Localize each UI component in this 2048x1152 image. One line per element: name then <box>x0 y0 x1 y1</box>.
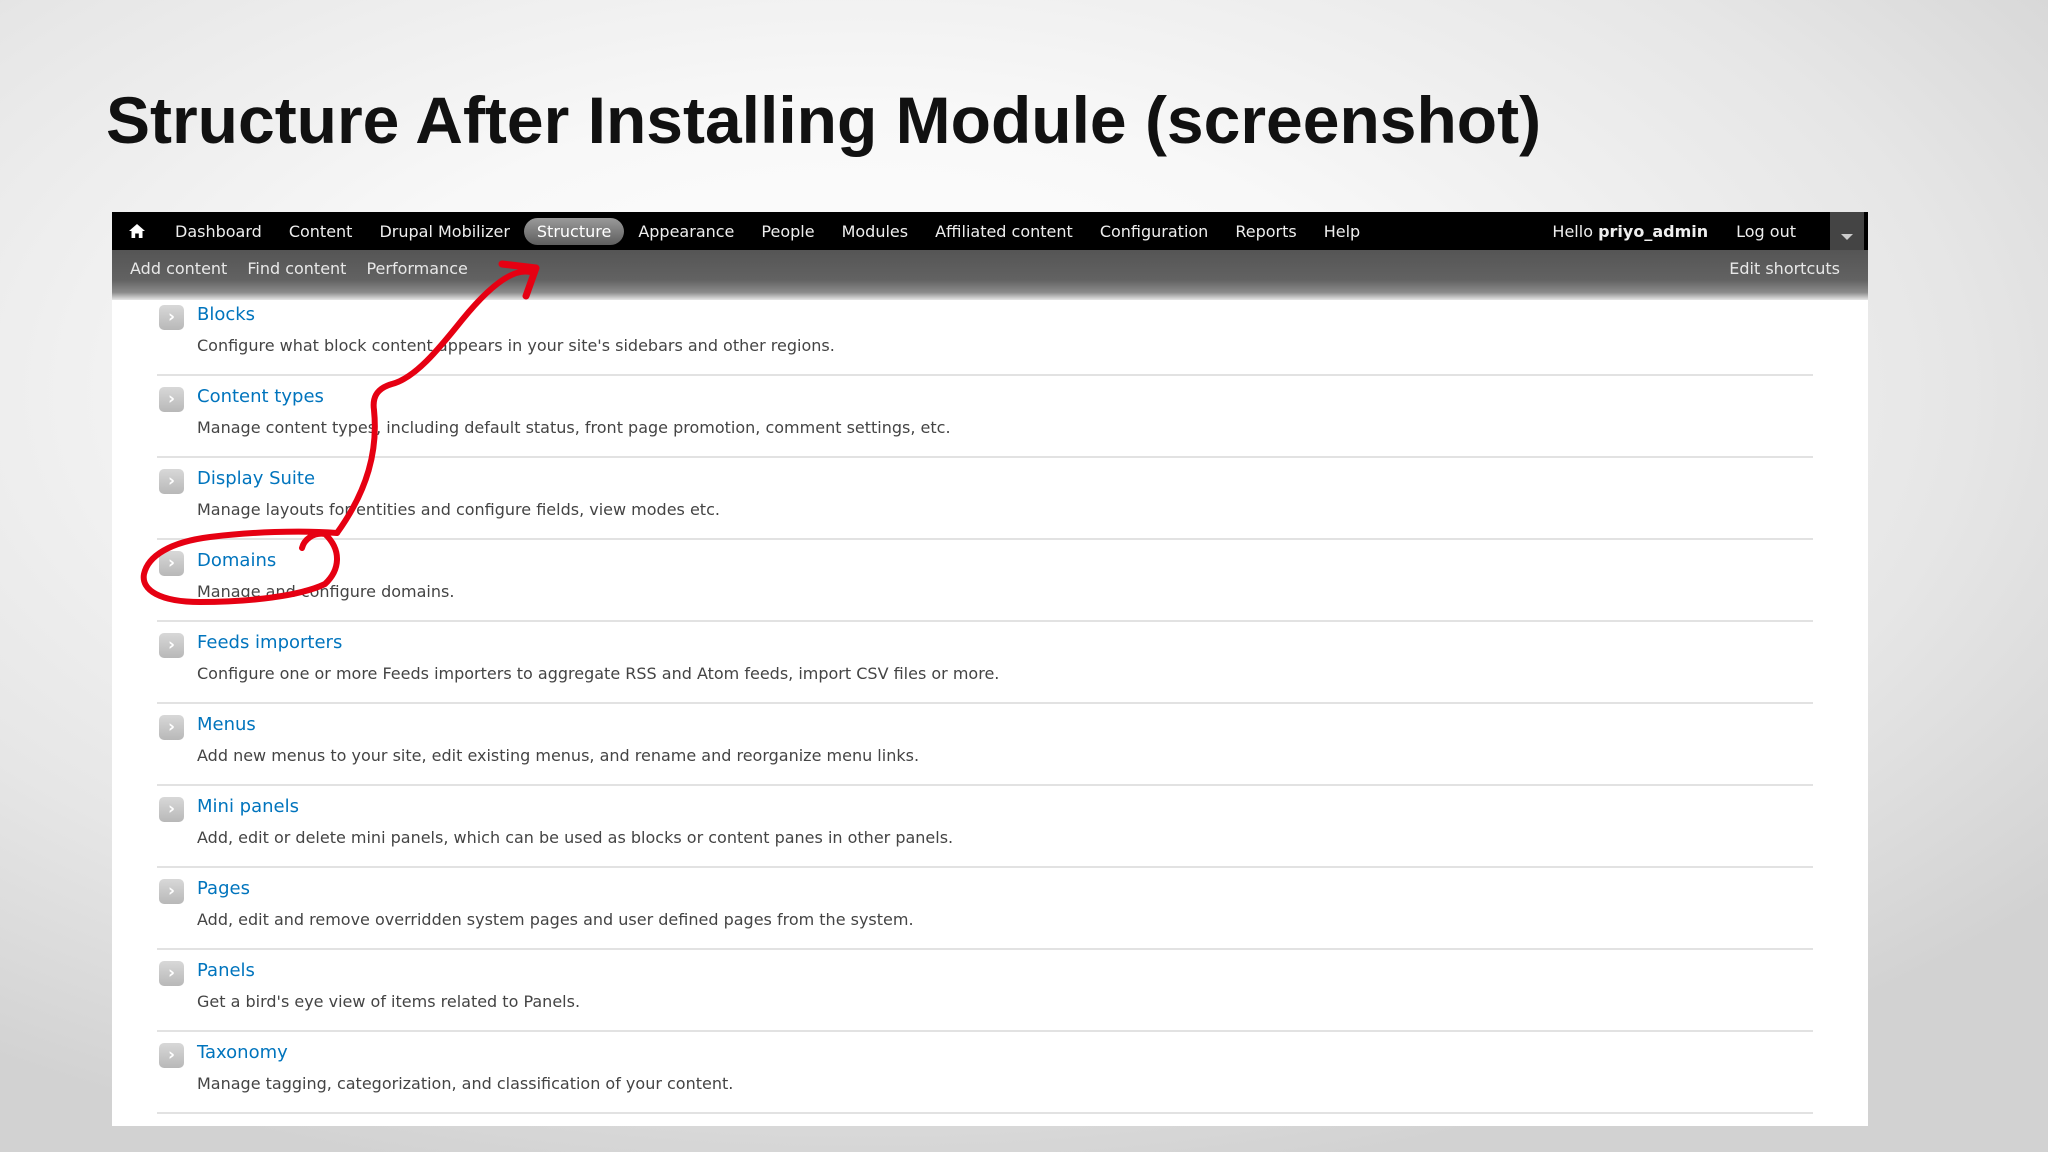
list-item-taxonomy: › Taxonomy Manage tagging, categorizatio… <box>157 1034 1813 1114</box>
toolbar-user-area: Hello priyo_admin Log out <box>1552 212 1868 250</box>
domains-link[interactable]: Domains <box>197 550 276 571</box>
domains-description: Manage and configure domains. <box>197 582 455 601</box>
taxonomy-link[interactable]: Taxonomy <box>197 1042 288 1063</box>
taxonomy-description: Manage tagging, categorization, and clas… <box>197 1074 734 1093</box>
chevron-right-icon: › <box>159 715 184 740</box>
shortcut-add-content[interactable]: Add content <box>130 259 227 278</box>
list-item-blocks: › Blocks Configure what block content ap… <box>157 296 1813 376</box>
content-types-link[interactable]: Content types <box>197 386 324 407</box>
pages-description: Add, edit and remove overridden system p… <box>197 910 914 929</box>
panels-description: Get a bird's eye view of items related t… <box>197 992 581 1011</box>
chevron-right-icon: › <box>159 551 184 576</box>
user-greeting: Hello priyo_admin <box>1552 222 1708 241</box>
chevron-right-icon: › <box>159 305 184 330</box>
toolbar-item-structure[interactable]: Structure <box>523 217 625 245</box>
toolbar-item-people[interactable]: People <box>748 218 827 245</box>
chevron-right-icon: › <box>159 469 184 494</box>
list-item-display-suite: › Display Suite Manage layouts for entit… <box>157 460 1813 540</box>
toolbar-item-affiliated-content[interactable]: Affiliated content <box>922 218 1086 245</box>
edit-shortcuts-link[interactable]: Edit shortcuts <box>1729 259 1840 278</box>
list-item-menus: › Menus Add new menus to your site, edit… <box>157 706 1813 786</box>
chevron-right-icon: › <box>159 797 184 822</box>
structure-admin-list: › Blocks Configure what block content ap… <box>157 296 1813 1116</box>
triangle-down-icon <box>1841 234 1853 240</box>
drupal-admin-screenshot: Dashboard Content Drupal Mobilizer Struc… <box>112 212 1868 1126</box>
panels-link[interactable]: Panels <box>197 960 255 981</box>
list-item-content-types: › Content types Manage content types, in… <box>157 378 1813 458</box>
blocks-description: Configure what block content appears in … <box>197 336 835 355</box>
toolbar-item-drupal-mobilizer[interactable]: Drupal Mobilizer <box>366 218 522 245</box>
chevron-right-icon: › <box>159 961 184 986</box>
shortcuts-drawer-toggle[interactable] <box>1830 212 1864 250</box>
chevron-right-icon: › <box>159 387 184 412</box>
toolbar-item-dashboard[interactable]: Dashboard <box>162 218 275 245</box>
toolbar-item-content[interactable]: Content <box>276 218 366 245</box>
feeds-importers-description: Configure one or more Feeds importers to… <box>197 664 1000 683</box>
shortcut-links: Add content Find content Performance <box>130 259 488 278</box>
menus-link[interactable]: Menus <box>197 714 256 735</box>
toolbar-item-appearance[interactable]: Appearance <box>625 218 747 245</box>
menus-description: Add new menus to your site, edit existin… <box>197 746 920 765</box>
chevron-right-icon: › <box>159 879 184 904</box>
list-item-mini-panels: › Mini panels Add, edit or delete mini p… <box>157 788 1813 868</box>
home-link[interactable] <box>112 212 162 250</box>
display-suite-link[interactable]: Display Suite <box>197 468 315 489</box>
list-item-panels: › Panels Get a bird's eye view of items … <box>157 952 1813 1032</box>
admin-toolbar: Dashboard Content Drupal Mobilizer Struc… <box>112 212 1868 250</box>
toolbar-menu: Dashboard Content Drupal Mobilizer Struc… <box>162 212 1374 250</box>
toolbar-item-configuration[interactable]: Configuration <box>1087 218 1222 245</box>
content-types-description: Manage content types, including default … <box>197 418 951 437</box>
toolbar-item-reports[interactable]: Reports <box>1222 218 1309 245</box>
username-link[interactable]: priyo_admin <box>1598 222 1708 241</box>
shortcut-find-content[interactable]: Find content <box>247 259 346 278</box>
logout-link[interactable]: Log out <box>1736 222 1796 241</box>
pages-link[interactable]: Pages <box>197 878 250 899</box>
slide-title: Structure After Installing Module (scree… <box>106 83 1542 157</box>
home-icon <box>129 224 145 238</box>
shortcut-performance[interactable]: Performance <box>366 259 467 278</box>
mini-panels-description: Add, edit or delete mini panels, which c… <box>197 828 954 847</box>
chevron-right-icon: › <box>159 1043 184 1068</box>
toolbar-item-modules[interactable]: Modules <box>829 218 922 245</box>
feeds-importers-link[interactable]: Feeds importers <box>197 632 342 653</box>
hello-label: Hello <box>1552 221 1593 241</box>
chevron-right-icon: › <box>159 633 184 658</box>
list-item-domains: › Domains Manage and configure domains. <box>157 542 1813 622</box>
mini-panels-link[interactable]: Mini panels <box>197 796 299 817</box>
toolbar-item-help[interactable]: Help <box>1311 218 1373 245</box>
list-item-pages: › Pages Add, edit and remove overridden … <box>157 870 1813 950</box>
shortcuts-bar: Add content Find content Performance Edi… <box>112 250 1868 300</box>
blocks-link[interactable]: Blocks <box>197 304 255 325</box>
list-item-feeds-importers: › Feeds importers Configure one or more … <box>157 624 1813 704</box>
display-suite-description: Manage layouts for entities and configur… <box>197 500 720 519</box>
